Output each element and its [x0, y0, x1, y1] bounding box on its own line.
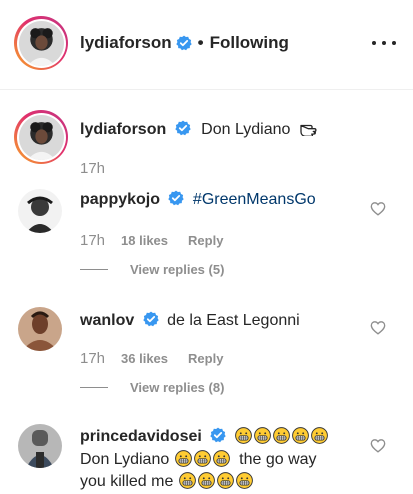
verified-badge-icon [175, 120, 191, 136]
grinning-emoji-icon [236, 472, 253, 489]
post-header: lydiaforson • Following [0, 0, 413, 90]
comment-avatar-pappykojo[interactable] [18, 189, 62, 233]
avatar-photo [18, 114, 64, 160]
comment-text: the go way [239, 451, 317, 468]
comment-meta: 17h 36 likes Reply [80, 350, 223, 367]
comment-text-line: you killed me [80, 471, 254, 493]
caption-text: Don Lydiano [201, 121, 291, 138]
comment-row: princedavidosei [80, 426, 329, 448]
reply-button[interactable]: Reply [188, 233, 223, 248]
more-options-icon[interactable] [372, 38, 396, 48]
header-username[interactable]: lydiaforson [80, 33, 172, 53]
caption-avatar[interactable] [14, 110, 68, 164]
dot-3 [392, 41, 396, 45]
grinning-emoji-icon [194, 450, 211, 467]
comment-hashtag[interactable]: #GreenMeansGo [193, 191, 316, 208]
replies-divider [80, 269, 108, 270]
header-avatar[interactable] [14, 16, 68, 70]
caption-row: lydiaforson Don Lydiano [80, 119, 321, 141]
comment-avatar-wanlov[interactable] [18, 307, 62, 351]
pointing-hand-icon [300, 124, 317, 137]
grinning-emoji-icon [213, 450, 230, 467]
comment-row: pappykojo #GreenMeansGo [80, 189, 316, 211]
caption-time: 17h [80, 160, 106, 177]
verified-badge-icon [168, 190, 184, 206]
comment-time: 17h [80, 232, 106, 249]
view-replies-button[interactable]: View replies (5) [80, 262, 224, 277]
grinning-emoji-icon [198, 472, 215, 489]
view-replies-label: View replies (5) [130, 262, 225, 277]
heart-outline-icon[interactable] [370, 201, 386, 216]
heart-outline-icon[interactable] [370, 438, 386, 453]
avatar-photo [18, 20, 64, 66]
grinning-emoji-icon [273, 427, 290, 444]
comment-text: de la East Legonni [167, 312, 300, 329]
comment-row: wanlov de la East Legonni [80, 310, 300, 332]
caption-username[interactable]: lydiaforson [80, 121, 166, 138]
heart-outline-icon[interactable] [370, 320, 386, 335]
replies-divider [80, 387, 108, 388]
comment-text-line: Don Lydiano the go way [80, 449, 317, 471]
comment-text: you killed me [80, 473, 174, 490]
comment-text: Don Lydiano [80, 451, 170, 468]
grinning-emoji-icon [179, 472, 196, 489]
grinning-emoji-icon [175, 450, 192, 467]
verified-badge-icon [143, 311, 159, 327]
grinning-emoji-icon [254, 427, 271, 444]
comment-username[interactable]: princedavidosei [80, 428, 202, 445]
view-replies-label: View replies (8) [130, 380, 225, 395]
caption-meta: 17h [80, 160, 121, 177]
verified-badge-icon [176, 35, 192, 51]
reply-button[interactable]: Reply [188, 351, 223, 366]
grinning-emoji-icon [311, 427, 328, 444]
header-user-info: lydiaforson • Following [80, 33, 289, 53]
dot-1 [372, 41, 376, 45]
separator-dot: • [197, 33, 204, 52]
following-button[interactable]: Following [210, 33, 289, 53]
grinning-emoji-icon [292, 427, 309, 444]
verified-badge-icon [210, 427, 226, 443]
comment-likes[interactable]: 36 likes [121, 351, 168, 366]
comment-avatar-princedavidosei[interactable] [18, 424, 62, 468]
grinning-emoji-icon [217, 472, 234, 489]
view-replies-button[interactable]: View replies (8) [80, 380, 224, 395]
grinning-emoji-icon [235, 427, 252, 444]
dot-2 [382, 41, 386, 45]
comment-time: 17h [80, 350, 106, 367]
comment-meta: 17h 18 likes Reply [80, 232, 223, 249]
emoji-group [234, 428, 329, 445]
comment-likes[interactable]: 18 likes [121, 233, 168, 248]
comment-username[interactable]: pappykojo [80, 191, 160, 208]
comment-username[interactable]: wanlov [80, 312, 134, 329]
